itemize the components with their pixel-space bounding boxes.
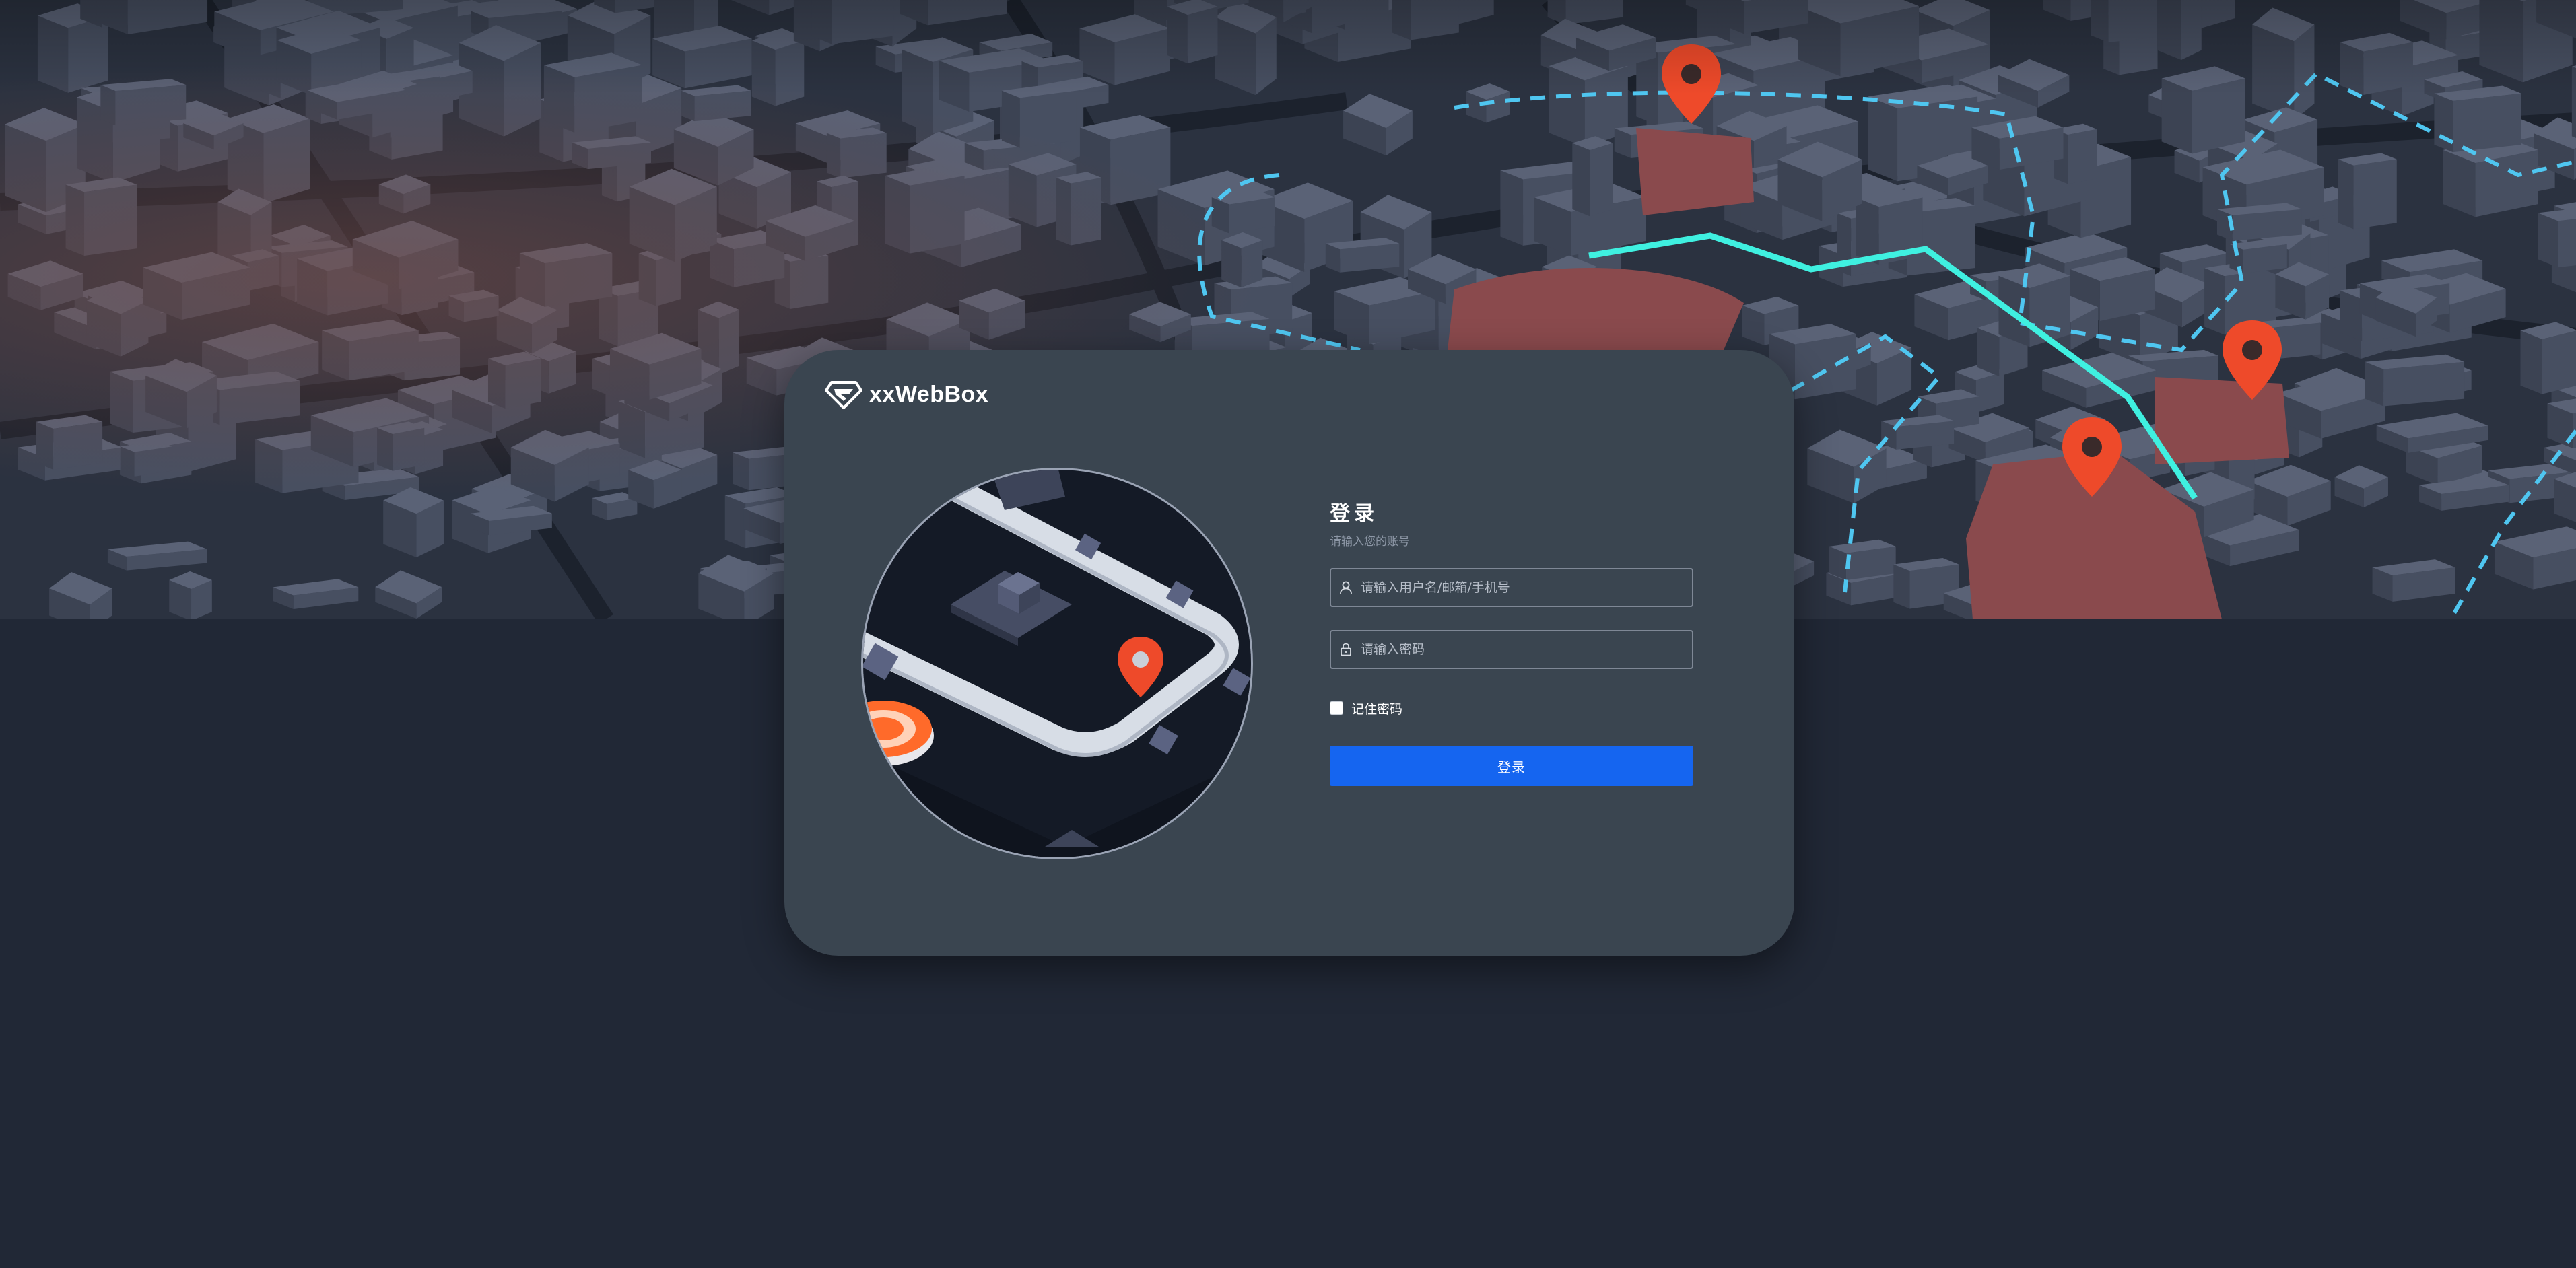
- lock-icon: [1331, 631, 1361, 668]
- user-icon: [1331, 569, 1361, 606]
- gem-diamond-logo: [825, 378, 862, 411]
- remember-checkbox[interactable]: [1330, 701, 1343, 715]
- login-card: xxWebBox 登录 请输入您的账号 请输入用户名/邮箱/手机号 记住密码 登…: [784, 350, 1794, 956]
- password-input[interactable]: [1361, 631, 1692, 668]
- remember-label: 记住密码: [1351, 701, 1403, 717]
- login-subtitle: 请输入您的账号: [1330, 535, 1410, 549]
- password-field[interactable]: [1330, 630, 1693, 669]
- login-form: 登录 请输入您的账号 记住密码: [1330, 499, 1693, 786]
- brand-name: xxWebBox: [869, 381, 989, 407]
- username-field[interactable]: [1330, 568, 1693, 607]
- hero-illustration: [863, 470, 1251, 857]
- login-button[interactable]: 登录: [1330, 746, 1693, 786]
- remember-password[interactable]: 记住密码: [1330, 699, 1693, 717]
- login-title: 登录: [1330, 502, 1378, 526]
- username-input[interactable]: [1361, 569, 1692, 606]
- brand: xxWebBox: [825, 378, 988, 411]
